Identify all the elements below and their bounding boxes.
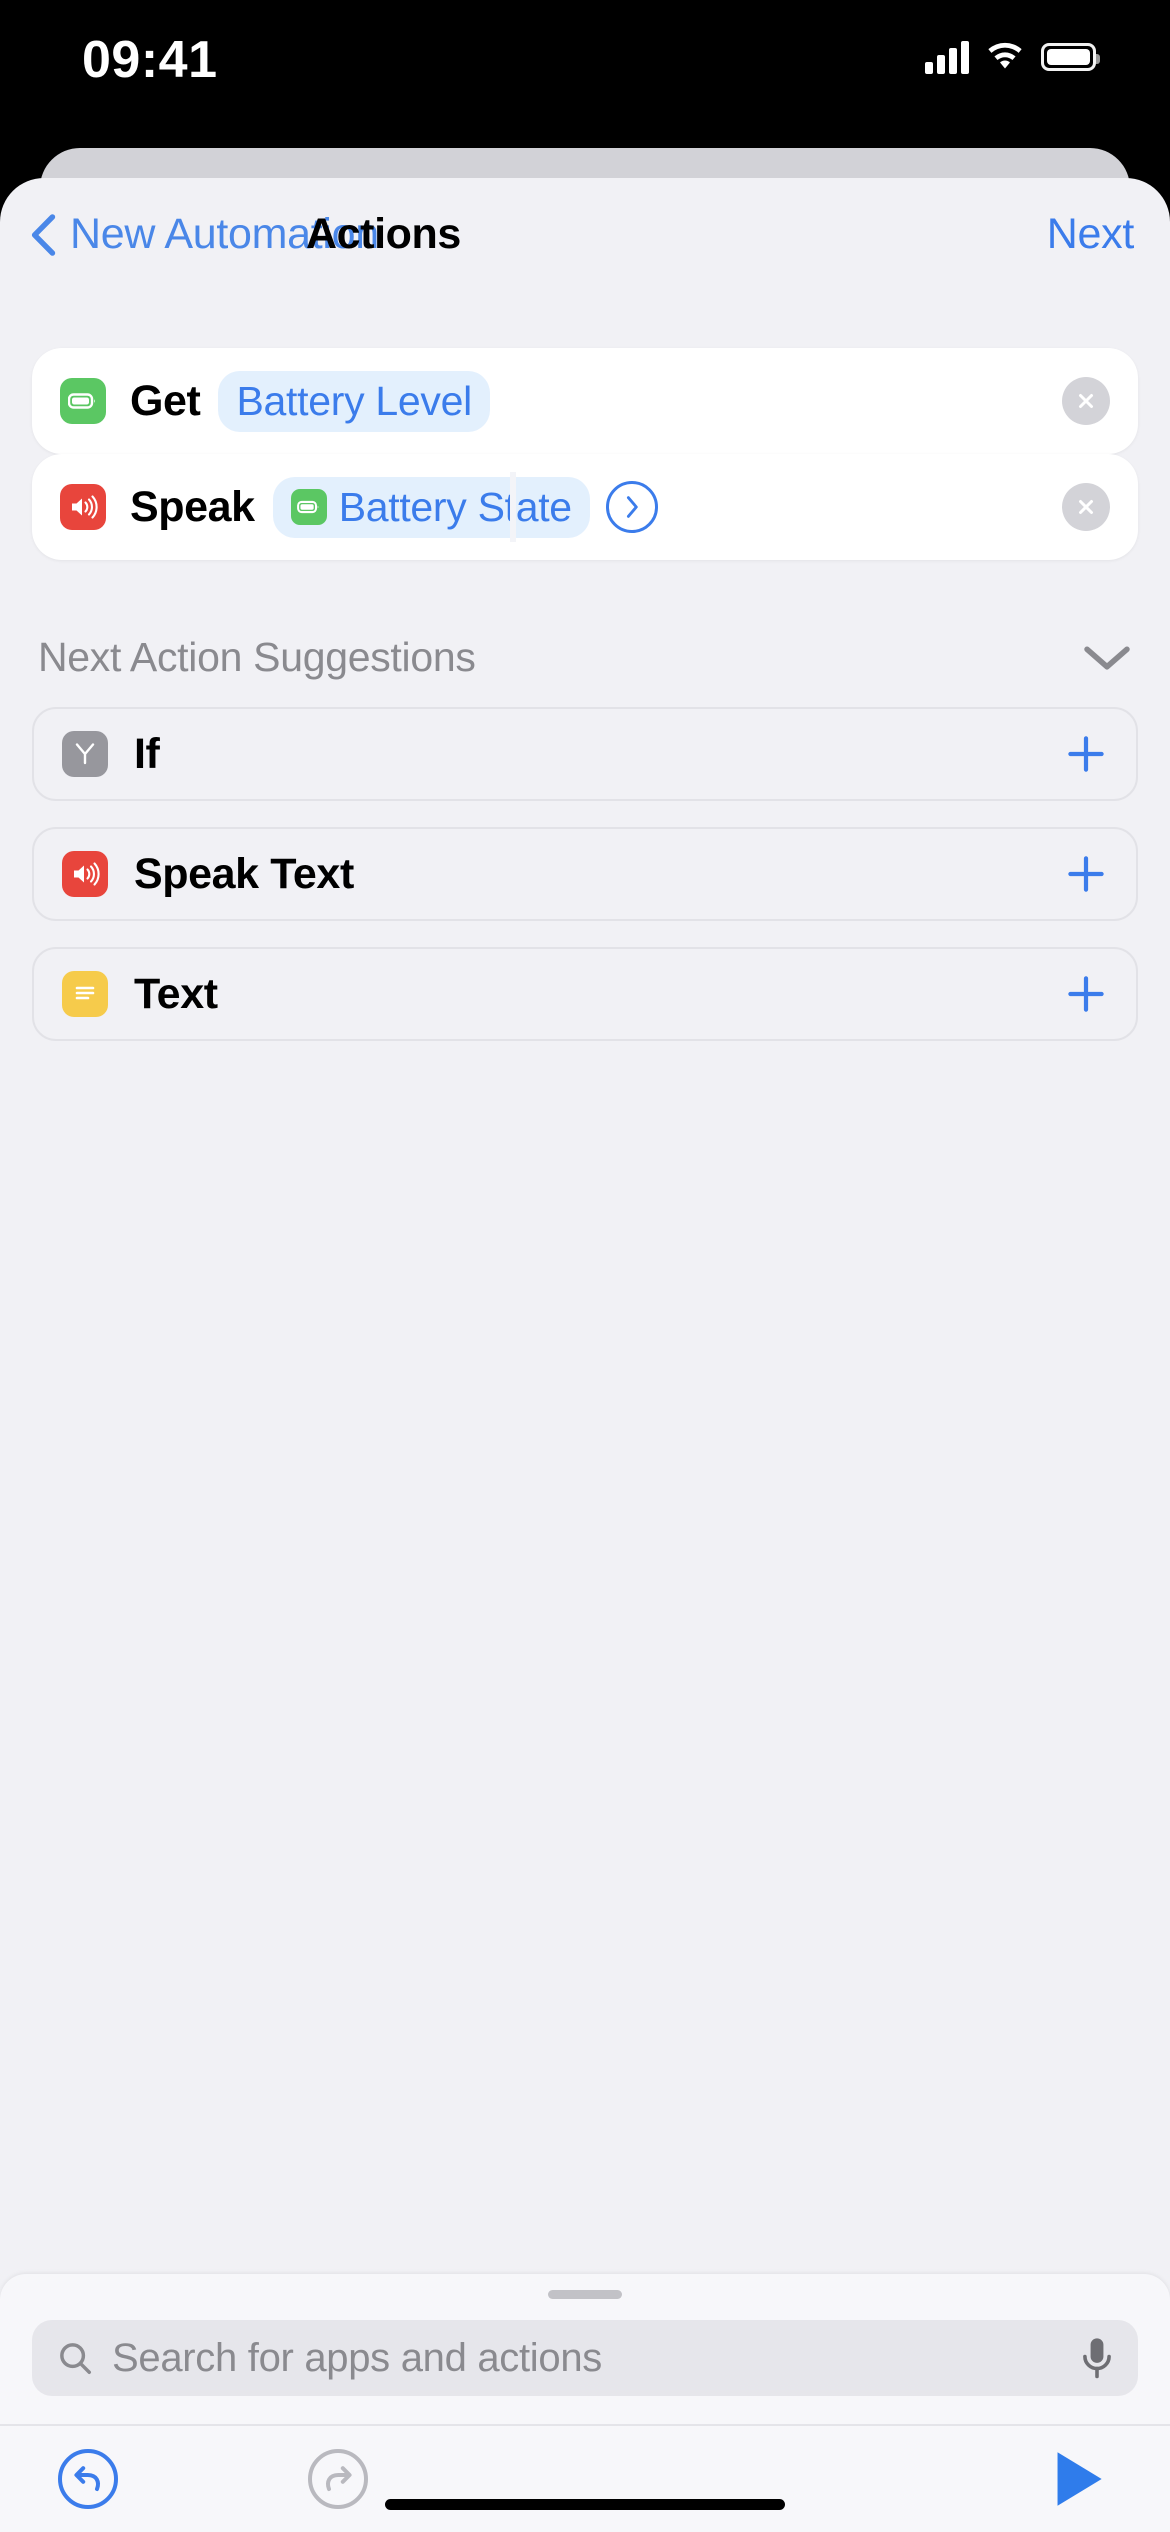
suggestion-row-text[interactable]: Text [32, 947, 1138, 1041]
close-icon [1079, 500, 1093, 514]
battery-icon [290, 489, 327, 525]
navigation-bar: New Automation Actions Next [0, 178, 1170, 288]
remove-action-button[interactable] [1062, 377, 1110, 425]
editor-toolbar [0, 2424, 1170, 2532]
play-triangle-icon[interactable] [1050, 2448, 1108, 2510]
plus-icon[interactable] [1064, 732, 1108, 776]
home-indicator [385, 2499, 785, 2510]
text-lines-icon [62, 971, 108, 1017]
chevron-down-icon[interactable] [1082, 643, 1132, 673]
status-bar: 09:41 [0, 0, 1170, 150]
suggestions-title: Next Action Suggestions [38, 634, 476, 680]
action-verb: Get [130, 376, 201, 425]
action-parameter-token[interactable]: Battery State [272, 476, 590, 538]
action-parameter-token[interactable]: Battery Level [218, 370, 490, 432]
action-verb: Speak [130, 482, 255, 531]
undo-arrow-icon[interactable] [56, 2447, 120, 2511]
suggestion-label: Text [134, 969, 218, 1018]
page-title: Actions [306, 210, 461, 258]
token-divider [510, 472, 516, 542]
battery-full-icon [1041, 43, 1100, 71]
action-card-get-battery-level[interactable]: Get Battery Level [32, 348, 1138, 454]
plus-icon[interactable] [1064, 852, 1108, 896]
chevron-right-icon [626, 496, 638, 518]
speaker-wave-icon [62, 851, 108, 897]
suggestions-header[interactable]: Next Action Suggestions [38, 634, 1132, 681]
close-icon [1079, 394, 1093, 408]
redo-arrow-icon[interactable] [306, 2447, 370, 2511]
cellular-bars-icon [925, 40, 969, 74]
action-parameter-label: Battery Level [236, 377, 472, 424]
suggestion-row-speak-text[interactable]: Speak Text [32, 827, 1138, 921]
search-input[interactable]: Search for apps and actions [32, 2320, 1138, 2396]
next-button[interactable]: Next [1047, 210, 1135, 259]
remove-action-button[interactable] [1062, 483, 1110, 531]
chevron-left-icon [31, 213, 56, 256]
actions-screen: New Automation Actions Next Get Battery … [0, 178, 1170, 2532]
status-bar-time: 09:41 [82, 31, 218, 89]
search-placeholder: Search for apps and actions [112, 2335, 602, 2380]
action-card-speak-battery-state[interactable]: Speak Battery State [32, 454, 1138, 560]
speaker-wave-icon [60, 484, 106, 530]
action-parameter-label: Battery State [338, 483, 572, 530]
status-bar-indicators [925, 40, 1100, 74]
microphone-icon[interactable] [1080, 2335, 1114, 2381]
wifi-icon [988, 42, 1022, 69]
action-list: Get Battery Level Speak Battery State [0, 348, 1170, 560]
plus-icon[interactable] [1064, 972, 1108, 1016]
battery-icon [60, 378, 106, 424]
suggestion-label: Speak Text [134, 849, 354, 898]
suggestion-row-if[interactable]: If [32, 707, 1138, 801]
sheet-grabber[interactable] [548, 2290, 622, 2299]
bottom-sheet: Search for apps and actions [0, 2274, 1170, 2532]
if-branch-icon [62, 731, 108, 777]
suggestion-label: If [134, 729, 160, 778]
search-icon [60, 2343, 91, 2374]
action-disclosure-button[interactable] [605, 481, 658, 533]
